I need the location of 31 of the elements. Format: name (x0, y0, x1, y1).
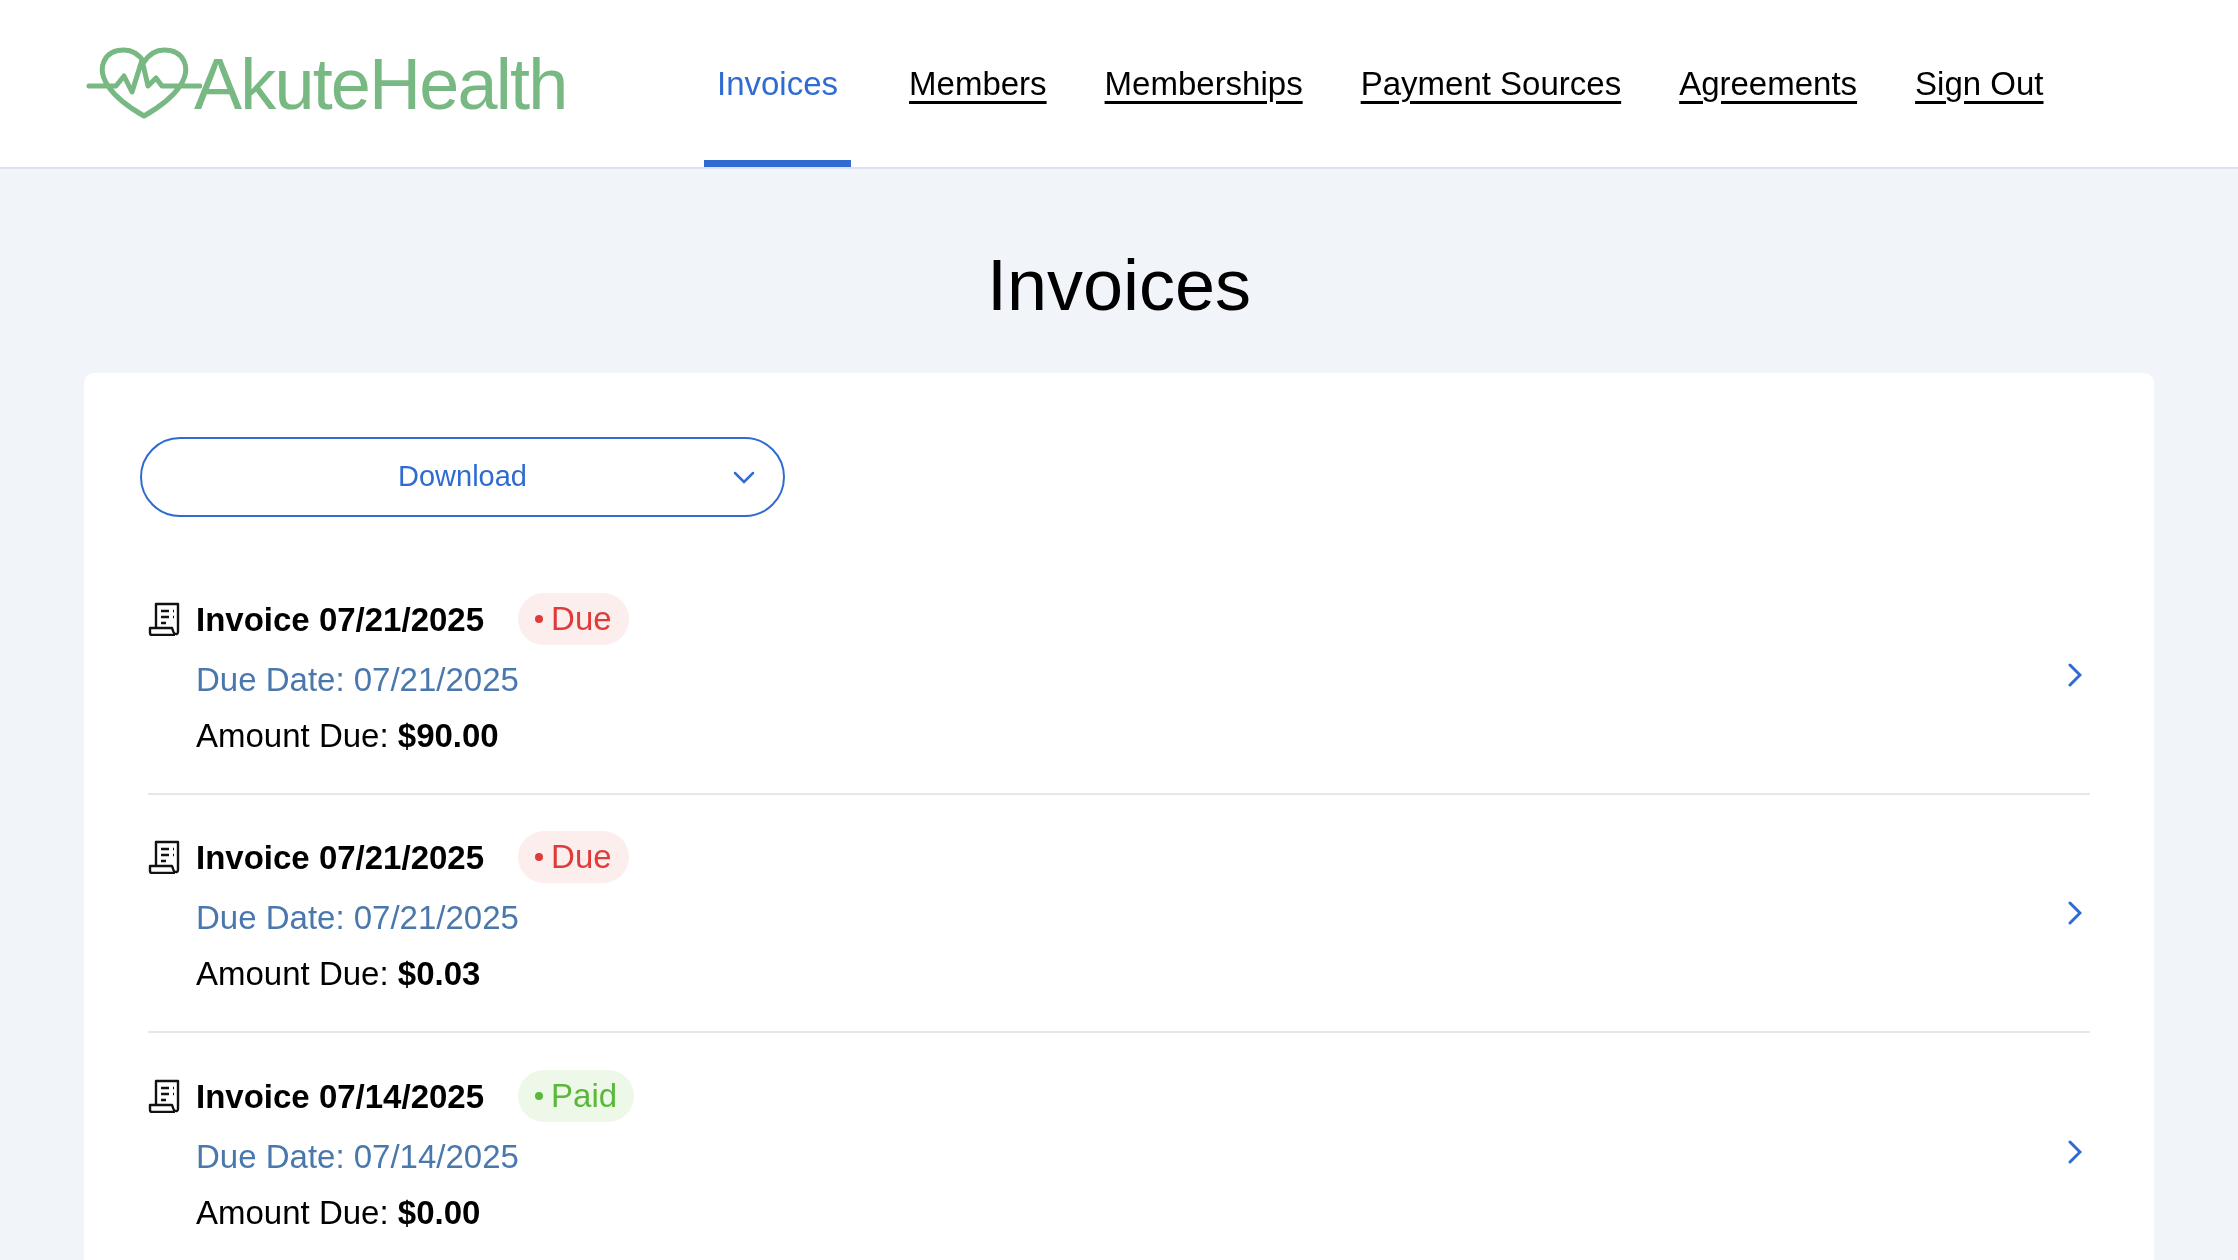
chevron-right-icon (2068, 901, 2082, 925)
chevron-right-icon (2068, 663, 2082, 687)
status-badge: Due (518, 831, 629, 883)
invoice-row[interactable]: Invoice 07/14/2025 Paid Due Date: 07/14/2025 Amount Due: $0.00 (148, 1033, 2090, 1260)
nav-link[interactable]: Sign Out (1915, 0, 2044, 167)
invoice-row[interactable]: Invoice 07/21/2025 Due Due Date: 07/21/2025 Amount Due: $90.00 (148, 557, 2090, 795)
page-title: Invoices (985, 249, 1253, 321)
logo-text: AkuteHealth (194, 47, 567, 120)
invoice-row[interactable]: Invoice 07/21/2025 Due Due Date: 07/21/2025 Amount Due: $0.03 (148, 795, 2090, 1033)
receipt-icon (148, 840, 180, 874)
nav-link[interactable]: Memberships (1104, 0, 1303, 167)
receipt-icon (148, 602, 180, 636)
download-dropdown[interactable]: Download (140, 437, 785, 517)
receipt-icon (148, 1079, 180, 1113)
amount-due: Amount Due: $90.00 (196, 716, 500, 756)
invoice-title: Invoice 07/14/2025 (196, 1079, 485, 1113)
nav-link[interactable]: Members (909, 0, 1047, 167)
chevron-down-icon (733, 471, 755, 485)
due-date: Due Date: 07/14/2025 (196, 1137, 520, 1177)
invoice-title: Invoice 07/21/2025 (196, 840, 485, 874)
nav-link[interactable]: Invoices (704, 0, 852, 167)
invoice-title: Invoice 07/21/2025 (196, 602, 485, 636)
status-badge: Paid (518, 1070, 635, 1122)
nav-link[interactable]: Agreements (1679, 0, 1858, 167)
due-date: Due Date: 07/21/2025 (196, 660, 520, 700)
amount-due: Amount Due: $0.03 (196, 954, 482, 994)
amount-due: Amount Due: $0.00 (196, 1193, 482, 1233)
due-date: Due Date: 07/21/2025 (196, 898, 520, 938)
chevron-right-icon (2068, 1140, 2082, 1164)
status-badge: Due (518, 593, 629, 645)
nav-link[interactable]: Payment Sources (1360, 0, 1622, 167)
